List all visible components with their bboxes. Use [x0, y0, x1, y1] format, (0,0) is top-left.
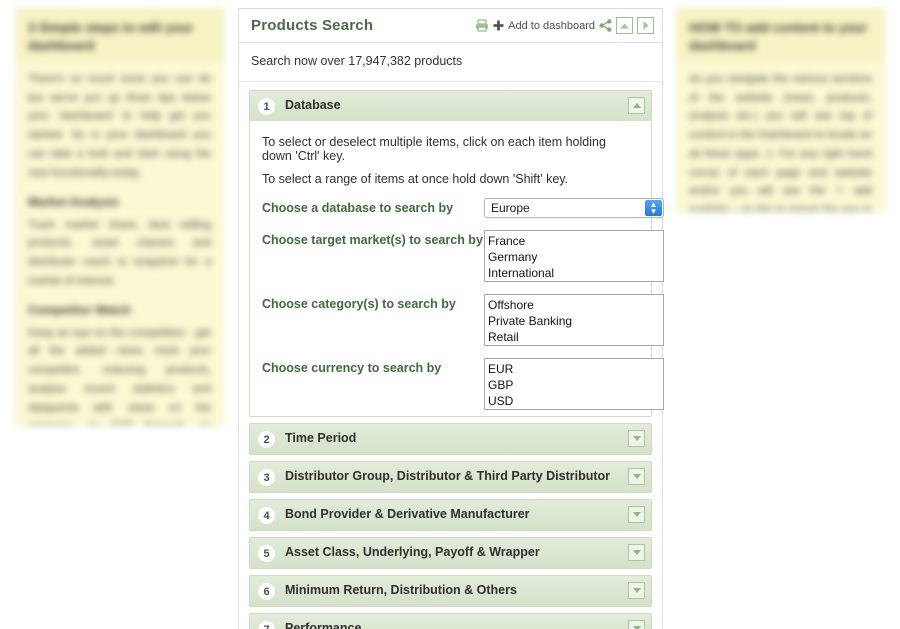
- section-database-header[interactable]: 1 Database: [250, 91, 651, 121]
- target-market-listbox[interactable]: France Germany International: [484, 230, 664, 282]
- promo-left-heading: 3 Simple steps to edit your dashboard: [16, 9, 223, 63]
- field-target-market-label: Choose target market(s) to search by: [262, 233, 483, 247]
- section-bond-provider-derivative-manufacturer: 4 Bond Provider & Derivative Manufacturer: [249, 499, 652, 531]
- promo-left-paragraph: There's so much more you can do but we'v…: [28, 73, 211, 179]
- section-number: 5: [258, 545, 275, 562]
- field-target-market: Choose target market(s) to search by Fra…: [262, 230, 664, 282]
- promo-left-sub2: Competitor Watch: [28, 303, 131, 318]
- section-header[interactable]: 3 Distributor Group, Distributor & Third …: [250, 462, 651, 492]
- promo-card-left[interactable]: 3 Simple steps to edit your dashboard Th…: [15, 8, 224, 426]
- page-title: Products Search: [251, 17, 374, 34]
- section-number: 1: [258, 98, 275, 115]
- list-item[interactable]: International: [488, 265, 663, 281]
- section-header[interactable]: 2 Time Period: [250, 424, 651, 454]
- field-currency-label: Choose currency to search by: [262, 361, 442, 375]
- section-header[interactable]: 4 Bond Provider & Derivative Manufacturer: [250, 500, 651, 530]
- promo-right-paragraph: As you navigate the various sections of …: [689, 73, 872, 212]
- triangle-down-icon[interactable]: [628, 544, 645, 561]
- field-database-label: Choose a database to search by: [262, 201, 454, 215]
- promo-right-heading: HOW TO add content to your dashboard: [677, 9, 884, 63]
- sections-container: 1 Database To select or deselect multipl…: [239, 82, 664, 629]
- triangle-down-icon[interactable]: [628, 468, 645, 485]
- list-item[interactable]: Germany: [488, 249, 663, 265]
- section-header[interactable]: 5 Asset Class, Underlying, Payoff & Wrapp…: [250, 538, 651, 568]
- list-item[interactable]: France: [488, 233, 663, 249]
- field-currency-control: EUR GBP USD: [484, 358, 664, 410]
- plus-icon[interactable]: [493, 20, 504, 31]
- list-item[interactable]: USD: [488, 393, 663, 409]
- triangle-down-icon[interactable]: [628, 620, 645, 629]
- section-database-body: To select or deselect multiple items, cl…: [250, 121, 664, 416]
- add-to-dashboard-label[interactable]: Add to dashboard: [508, 20, 595, 32]
- section-number: 4: [258, 507, 275, 524]
- section-minimum-return-distribution-others: 6 Minimum Return, Distribution & Others: [249, 575, 652, 607]
- section-number: 2: [258, 431, 275, 448]
- share-icon[interactable]: [599, 19, 612, 32]
- products-search-panel: Products Search Add to dashboard Search …: [238, 8, 664, 629]
- section-performance: 7 Performance: [249, 613, 652, 629]
- list-item[interactable]: Retail: [488, 329, 663, 345]
- promo-left-body1: Track market share, best selling product…: [28, 218, 211, 287]
- category-listbox[interactable]: Offshore Private Banking Retail: [484, 294, 664, 346]
- section-time-period: 2 Time Period: [249, 423, 652, 455]
- field-category: Choose category(s) to search by Offshore…: [262, 294, 664, 346]
- section-header[interactable]: 6 Minimum Return, Distribution & Others: [250, 576, 651, 606]
- section-asset-class-underlying-payoff-wrapper: 5 Asset Class, Underlying, Payoff & Wrapp…: [249, 537, 652, 569]
- section-header-left: 5 Asset Class, Underlying, Payoff & Wrapp…: [258, 544, 546, 562]
- triangle-down-icon[interactable]: [628, 430, 645, 447]
- triangle-down-icon[interactable]: [628, 506, 645, 523]
- promo-left-sub1: Market Analysis: [28, 195, 119, 210]
- section-number: 6: [258, 583, 275, 600]
- section-label: Time Period: [285, 431, 357, 445]
- section-label: Asset Class, Underlying, Payoff & Wrappe…: [285, 545, 540, 559]
- header-toolbar: Add to dashboard: [475, 17, 654, 34]
- database-select[interactable]: Europe ▲ ▼: [484, 198, 664, 218]
- hint-shift: To select a range of items at once hold …: [262, 172, 569, 186]
- section-distributor-group-distributor-third-part: 3 Distributor Group, Distributor & Third …: [249, 461, 652, 493]
- triangle-down-icon[interactable]: [628, 582, 645, 599]
- panel-header: Products Search Add to dashboard: [239, 9, 662, 43]
- currency-listbox[interactable]: EUR GBP USD: [484, 358, 664, 410]
- arrow-right-icon[interactable]: [637, 17, 654, 34]
- field-database-control: Europe ▲ ▼: [484, 198, 664, 218]
- collapsed-sections: 2 Time Period 3 Distributor Group, Distribu…: [249, 423, 652, 629]
- database-select-value: Europe: [491, 201, 530, 215]
- chevron-updown-icon[interactable]: ▲ ▼: [645, 200, 662, 216]
- section-header-left: 3 Distributor Group, Distributor & Third …: [258, 468, 616, 486]
- section-header-left: 6 Minimum Return, Distribution & Others: [258, 582, 523, 600]
- section-header-left: 4 Bond Provider & Derivative Manufacturer: [258, 506, 536, 524]
- section-label: Bond Provider & Derivative Manufacturer: [285, 507, 530, 521]
- arrow-up-icon[interactable]: [616, 17, 633, 34]
- section-database-header-left: 1 Database: [258, 97, 347, 115]
- field-currency: Choose currency to search by EUR GBP USD: [262, 358, 664, 410]
- hint-ctrl: To select or deselect multiple items, cl…: [262, 135, 606, 163]
- list-item[interactable]: Private Banking: [488, 313, 663, 329]
- section-label: Minimum Return, Distribution & Others: [285, 583, 517, 597]
- section-label: Performance: [285, 621, 362, 629]
- page-root: 3 Simple steps to edit your dashboard Th…: [0, 0, 900, 629]
- promo-card-right[interactable]: HOW TO add content to your dashboard As …: [676, 8, 885, 212]
- list-item[interactable]: EUR: [488, 361, 663, 377]
- section-header-left: 2 Time Period: [258, 430, 362, 448]
- field-category-label: Choose category(s) to search by: [262, 297, 456, 311]
- product-count-text: Search now over 17,947,382 products: [239, 43, 662, 82]
- section-database-label: Database: [285, 98, 341, 112]
- section-label: Distributor Group, Distributor & Third P…: [285, 469, 610, 483]
- triangle-up-icon[interactable]: [628, 97, 645, 114]
- list-item[interactable]: Offshore: [488, 297, 663, 313]
- promo-left-body: There's so much more you can do but we'v…: [16, 62, 223, 425]
- field-database: Choose a database to search by Europe ▲ ▼: [262, 198, 664, 218]
- printer-icon[interactable]: [475, 19, 489, 32]
- section-number: 7: [258, 621, 275, 629]
- section-number: 3: [258, 469, 275, 486]
- list-item[interactable]: GBP: [488, 377, 663, 393]
- field-target-market-control: France Germany International: [484, 230, 664, 282]
- section-header-left: 7 Performance: [258, 620, 367, 629]
- section-database: 1 Database To select or deselect multipl…: [249, 90, 664, 417]
- field-category-control: Offshore Private Banking Retail: [484, 294, 664, 346]
- section-header[interactable]: 7 Performance: [250, 614, 651, 629]
- promo-left-body2: Keep an eye on the competition - get all…: [28, 326, 211, 425]
